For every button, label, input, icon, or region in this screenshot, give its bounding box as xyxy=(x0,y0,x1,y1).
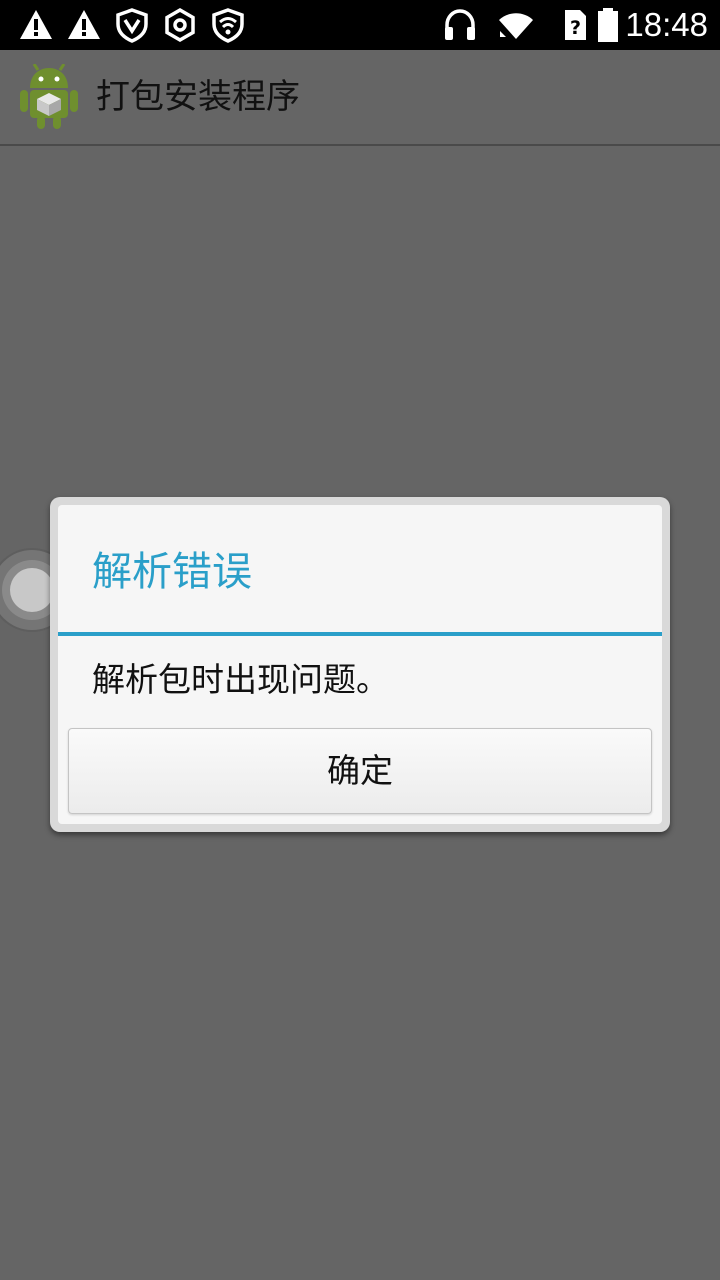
shield-icon xyxy=(116,8,148,43)
svg-text:?: ? xyxy=(570,17,581,39)
battery-icon xyxy=(598,8,618,42)
ok-button[interactable]: 确定 xyxy=(68,728,652,814)
status-bar: ? 18:48 xyxy=(0,0,720,50)
dialog-title: 解析错误 xyxy=(92,549,252,595)
warning-icon xyxy=(68,10,100,39)
hexagon-icon xyxy=(165,7,195,43)
status-time: 18:48 xyxy=(625,6,708,43)
android-package-icon[interactable] xyxy=(18,64,80,130)
shield-wifi-icon xyxy=(212,8,244,43)
app-title: 打包安装程序 xyxy=(96,77,300,117)
wifi-icon xyxy=(499,13,533,39)
warning-icon xyxy=(20,10,52,39)
dialog-panel: 解析错误 解析包时出现问题。 确定 xyxy=(58,505,662,824)
dialog-message: 解析包时出现问题。 xyxy=(92,660,389,699)
parse-error-dialog: 解析错误 解析包时出现问题。 确定 xyxy=(50,497,670,832)
floating-ball-core xyxy=(10,568,54,612)
action-bar: 打包安装程序 xyxy=(0,50,720,146)
dialog-title-divider xyxy=(58,632,662,636)
sim-unknown-icon: ? xyxy=(565,10,586,40)
headphones-icon xyxy=(445,9,475,40)
